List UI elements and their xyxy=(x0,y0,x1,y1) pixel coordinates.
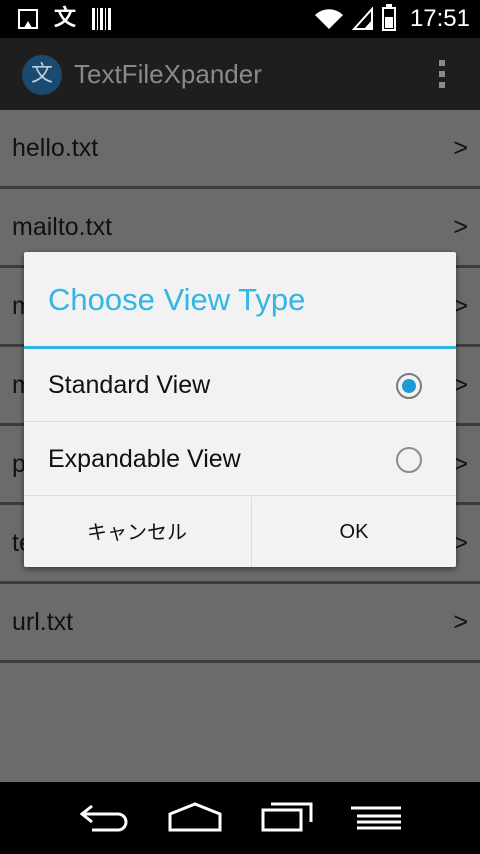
chevron-right-icon: > xyxy=(453,134,468,162)
chevron-right-icon: > xyxy=(453,608,468,636)
file-name: hello.txt xyxy=(12,134,99,162)
battery-icon xyxy=(381,4,396,31)
menu-icon[interactable] xyxy=(347,800,405,834)
signal-icon xyxy=(351,7,373,30)
dialog-button-bar: キャンセル OK xyxy=(24,497,456,567)
navigation-bar xyxy=(0,782,480,854)
option-label: Expandable View xyxy=(48,445,241,473)
option-label: Standard View xyxy=(48,371,211,399)
radio-checked-icon[interactable] xyxy=(396,373,422,399)
app-logo-icon[interactable]: 文 xyxy=(22,55,62,95)
wifi-icon xyxy=(314,9,343,29)
picture-icon xyxy=(18,9,38,29)
app-title: TextFileXpander xyxy=(74,59,262,89)
file-name: mailto.txt xyxy=(12,213,113,241)
action-bar: 文 TextFileXpander xyxy=(0,38,480,110)
home-icon[interactable] xyxy=(166,800,224,834)
barcode-icon xyxy=(92,8,113,30)
kanji-icon: 文 xyxy=(54,6,77,31)
back-icon[interactable] xyxy=(78,800,132,834)
file-name: url.txt xyxy=(12,608,74,636)
status-bar: 文 17:51 xyxy=(0,0,480,38)
file-list-item[interactable]: hello.txt > xyxy=(0,110,480,189)
ok-button[interactable]: OK xyxy=(251,497,456,567)
status-bar-notifications: 文 xyxy=(18,6,113,31)
dialog-title: Choose View Type xyxy=(48,282,306,317)
overflow-menu-icon[interactable] xyxy=(438,60,446,90)
option-standard-view[interactable]: Standard View xyxy=(24,349,456,422)
radio-unchecked-icon[interactable] xyxy=(396,447,422,473)
clock: 17:51 xyxy=(409,5,470,32)
recents-icon[interactable] xyxy=(259,800,315,834)
cancel-button[interactable]: キャンセル xyxy=(24,497,250,567)
option-expandable-view[interactable]: Expandable View xyxy=(24,423,456,496)
status-bar-system: 17:51 xyxy=(314,4,470,32)
file-list-item[interactable]: url.txt > xyxy=(0,584,480,663)
view-type-dialog: Choose View Type Standard View Expandabl… xyxy=(24,252,456,567)
chevron-right-icon: > xyxy=(453,213,468,241)
